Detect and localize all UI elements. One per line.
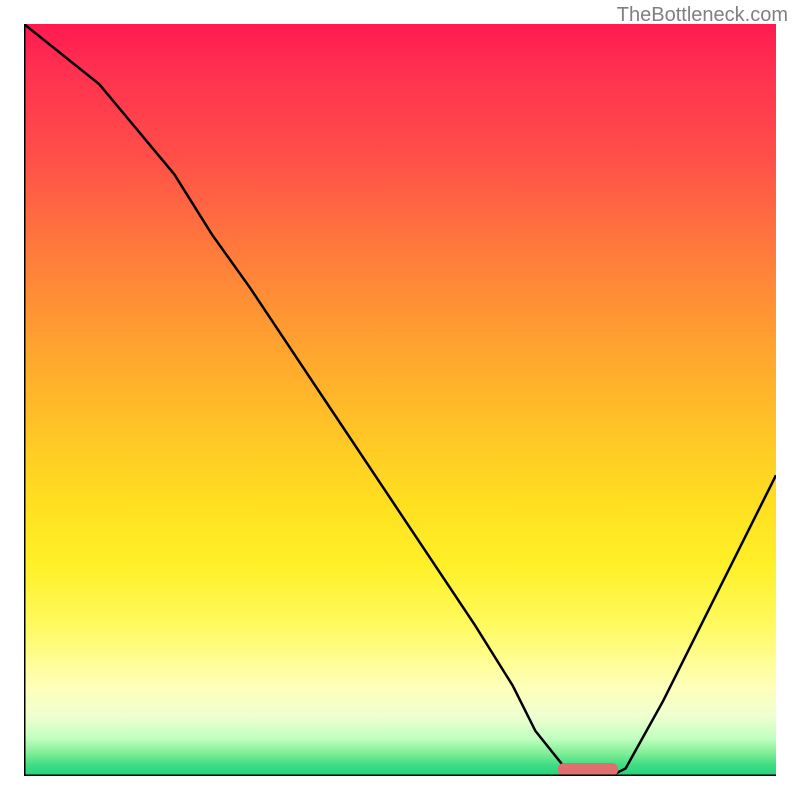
chart-svg-overlay	[24, 24, 776, 776]
watermark-text: TheBottleneck.com	[617, 4, 788, 27]
chart-plot-area	[24, 24, 776, 776]
chart-marker	[558, 763, 618, 776]
chart-curve	[24, 24, 776, 776]
